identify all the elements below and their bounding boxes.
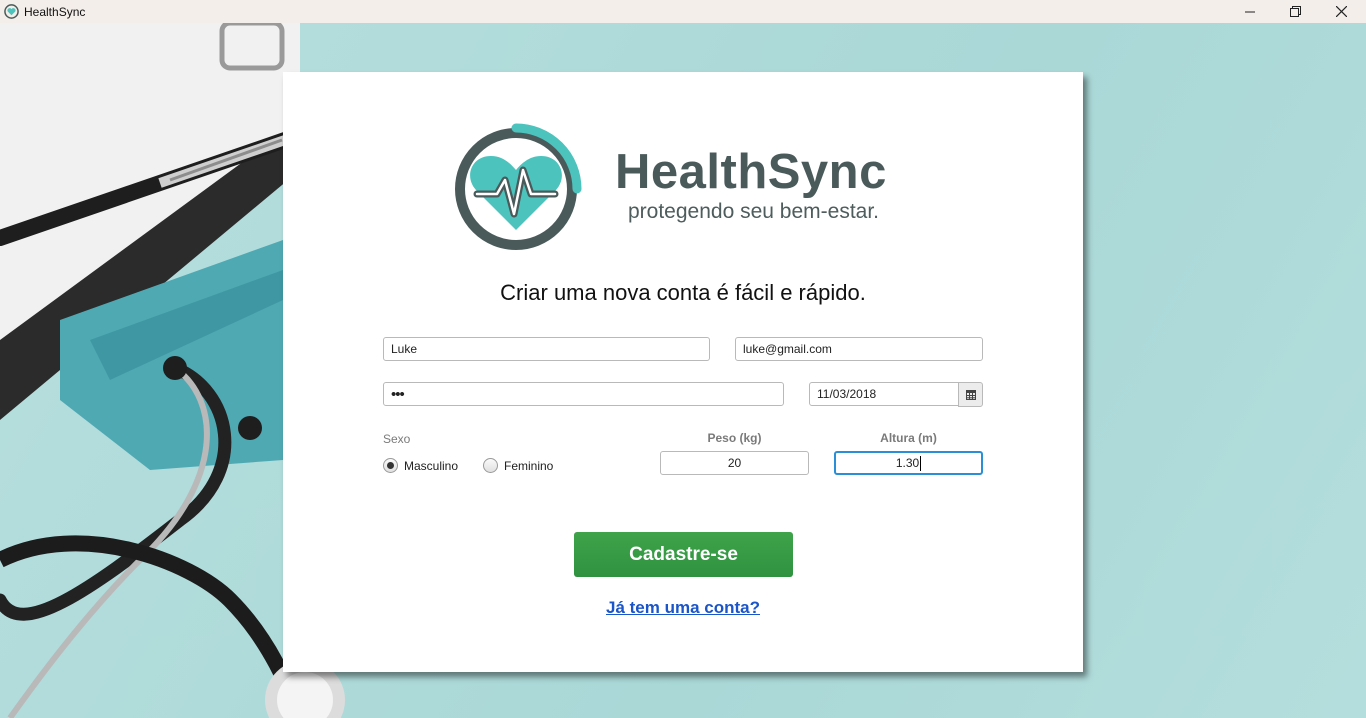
maximize-icon [1289, 6, 1301, 17]
email-input-value: luke@gmail.com [743, 342, 832, 356]
login-link[interactable]: Já tem uma conta? [283, 598, 1083, 618]
weight-input-value: 20 [727, 456, 742, 470]
close-button[interactable] [1318, 0, 1364, 23]
radio-feminino[interactable] [483, 458, 498, 473]
email-input[interactable]: luke@gmail.com [735, 337, 983, 361]
radio-feminino-label: Feminino [504, 459, 554, 473]
password-input-value: ••• [391, 385, 405, 403]
height-label: Altura (m) [880, 431, 937, 445]
form-headline: Criar uma nova conta é fácil e rápido. [500, 280, 866, 305]
radio-masculino[interactable] [383, 458, 398, 473]
brand-name: HealthSync [615, 145, 887, 199]
radio-masculino-label: Masculino [404, 459, 459, 473]
date-picker-button[interactable] [958, 382, 983, 407]
birthdate-input-value: 11/03/2018 [817, 387, 877, 401]
password-input[interactable]: ••• [383, 382, 784, 406]
app-heart-icon [4, 4, 19, 19]
height-input-value: 1.30 [895, 456, 920, 470]
name-input[interactable]: Luke [383, 337, 710, 361]
minimize-button[interactable] [1227, 0, 1273, 23]
weight-label: Peso (kg) [707, 431, 762, 445]
signup-button[interactable]: Cadastre-se [574, 532, 793, 577]
birthdate-input[interactable]: 11/03/2018 [809, 382, 959, 406]
weight-input[interactable]: 20 [660, 451, 809, 475]
healthsync-logo [455, 123, 582, 250]
close-icon [1335, 6, 1347, 17]
window-title: HealthSync [24, 5, 86, 19]
text-caret [920, 455, 922, 471]
calendar-icon [965, 389, 976, 400]
height-input[interactable]: 1.30 [834, 451, 983, 475]
minimize-icon [1245, 11, 1255, 12]
title-bar: HealthSync [0, 0, 1366, 23]
sex-label: Sexo [383, 432, 411, 446]
name-input-value: Luke [391, 342, 418, 356]
maximize-button[interactable] [1272, 0, 1318, 23]
brand-tagline: protegendo seu bem-estar. [628, 200, 879, 223]
